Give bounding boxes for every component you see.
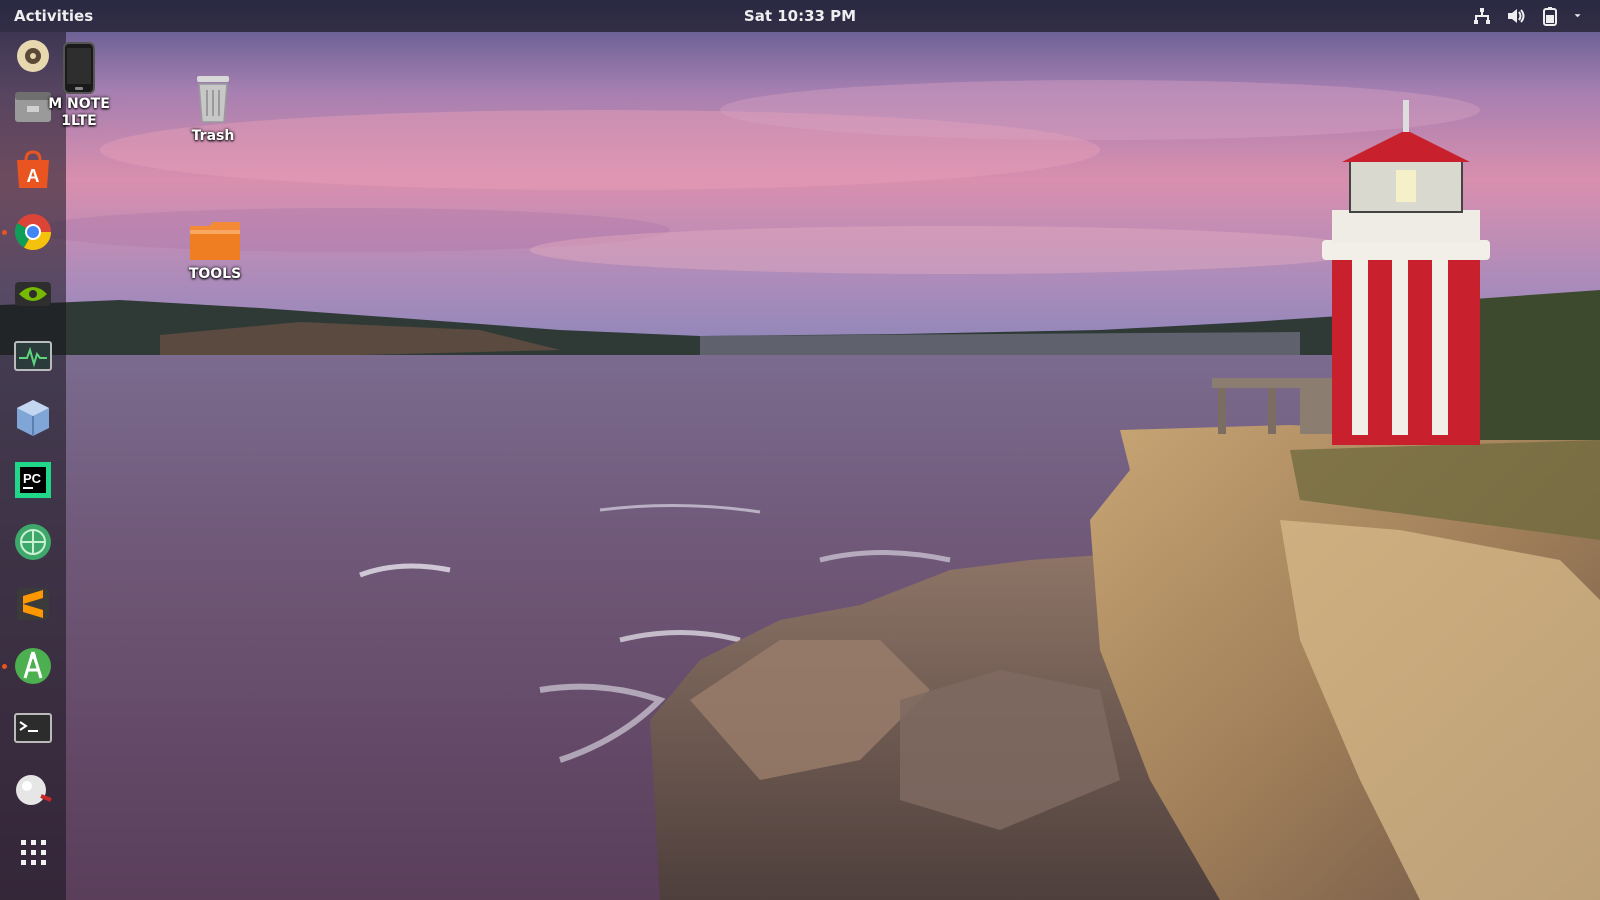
chrome-icon <box>14 214 52 251</box>
desktop-icon-tools-folder[interactable]: TOOLS <box>170 218 260 283</box>
phone-icon <box>63 42 95 94</box>
dock-android-studio[interactable] <box>9 642 57 690</box>
dock-anaconda[interactable] <box>9 766 57 814</box>
dock: A PC <box>0 32 66 900</box>
show-applications-icon <box>21 840 46 865</box>
anaconda-icon <box>16 775 52 805</box>
dock-chrome[interactable] <box>9 208 57 256</box>
desktop-icon-label: TOOLS <box>188 266 242 282</box>
dock-software-center[interactable]: A <box>9 146 57 194</box>
activities-button[interactable]: Activities <box>14 7 93 25</box>
system-tray <box>1472 6 1586 26</box>
dock-virtualbox[interactable] <box>9 394 57 442</box>
desktop-icon-trash[interactable]: Trash <box>168 72 258 145</box>
desktop-icon-label: Trash <box>191 128 235 144</box>
system-menu-chevron-icon[interactable] <box>1574 6 1586 26</box>
clock-button[interactable]: Sat 10:33 PM <box>744 7 856 25</box>
clock-area: Sat 10:33 PM <box>0 7 1600 25</box>
dock-pycharm[interactable]: PC <box>9 456 57 504</box>
dock-nvidia-settings[interactable] <box>9 270 57 318</box>
dock-system-monitor[interactable] <box>9 332 57 380</box>
software-center-icon: A <box>17 150 49 188</box>
nvidia-settings-icon <box>15 282 51 306</box>
svg-text:A: A <box>27 166 40 186</box>
terminal-icon <box>14 713 52 743</box>
running-indicator <box>2 230 7 235</box>
network-globe-icon <box>15 524 51 560</box>
desktop-icon-phone-device[interactable]: M NOTE 1LTE <box>34 42 124 130</box>
desktop-icon-label: M NOTE 1LTE <box>48 96 110 129</box>
dock-sublime-text[interactable] <box>9 580 57 628</box>
network-icon[interactable] <box>1472 6 1492 26</box>
virtualbox-icon <box>17 400 49 436</box>
sublime-text-icon <box>17 588 49 620</box>
dock-network-globe[interactable] <box>9 518 57 566</box>
top-bar: Activities Sat 10:33 PM <box>0 0 1600 32</box>
running-indicator <box>2 664 7 669</box>
android-studio-icon <box>15 648 51 684</box>
volume-icon[interactable] <box>1506 6 1526 26</box>
dock-show-applications[interactable] <box>9 828 57 876</box>
trash-icon <box>197 76 229 123</box>
folder-icon <box>190 222 240 260</box>
battery-icon[interactable] <box>1540 6 1560 26</box>
svg-text:PC: PC <box>23 471 42 486</box>
system-monitor-icon <box>14 341 52 371</box>
pycharm-icon: PC <box>15 462 51 498</box>
dock-terminal[interactable] <box>9 704 57 752</box>
